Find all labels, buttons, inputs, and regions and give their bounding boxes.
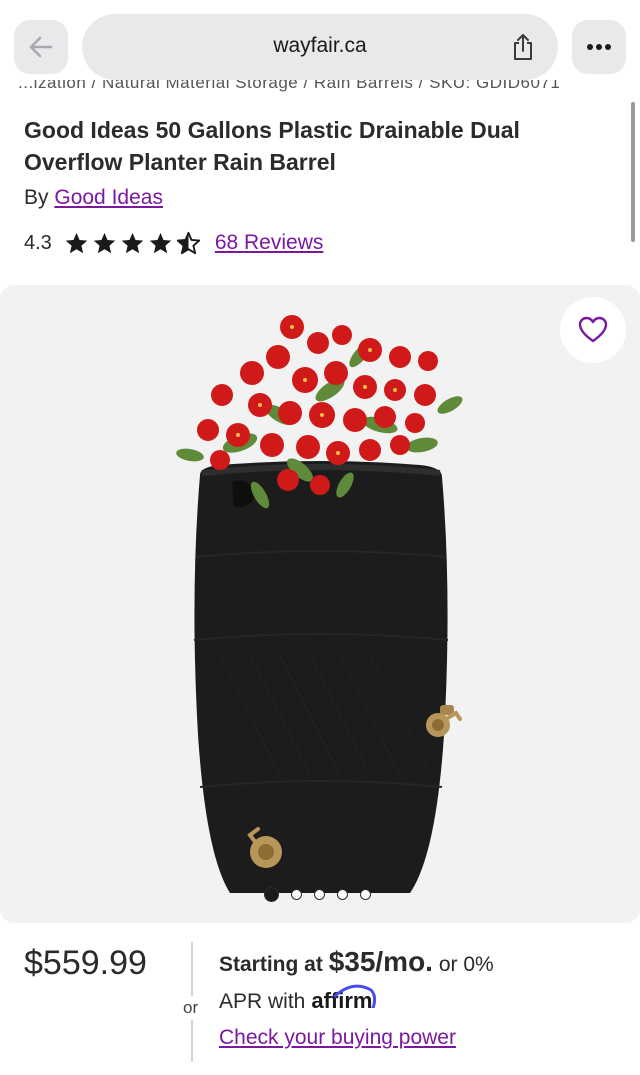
gallery-pagination: [264, 887, 371, 902]
affirm-arc-icon: [333, 984, 377, 1008]
financing-line: Starting at $35/mo. or 0%: [219, 946, 629, 978]
product-image[interactable]: [160, 295, 480, 895]
heart-icon: [578, 316, 608, 343]
url-text: wayfair.ca: [273, 34, 367, 57]
star-full-icon: [149, 232, 172, 253]
gallery-dot[interactable]: [337, 889, 348, 900]
product-title: Good Ideas 50 Gallons Plastic Drainable …: [24, 117, 520, 175]
star-full-icon: [121, 232, 144, 253]
starting-at-label: Starting at: [219, 953, 323, 976]
more-button[interactable]: [572, 20, 626, 74]
product-price: $559.99: [24, 944, 147, 982]
gallery-dot[interactable]: [360, 889, 371, 900]
rating-value: 4.3: [24, 231, 52, 254]
star-full-icon: [65, 232, 88, 253]
or-label: or: [183, 996, 199, 1020]
brand-byline: By Good Ideas: [24, 186, 163, 210]
brand-link[interactable]: Good Ideas: [54, 186, 163, 209]
or-zero-label: or 0%: [438, 953, 494, 976]
scrollbar[interactable]: [631, 102, 635, 242]
reviews-link[interactable]: 68 Reviews: [215, 231, 324, 255]
ellipsis-icon: [587, 44, 611, 50]
arrow-left-icon: [29, 36, 53, 58]
check-buying-power-link[interactable]: Check your buying power: [219, 1026, 629, 1050]
favorite-button[interactable]: [560, 297, 626, 363]
star-full-icon: [93, 232, 116, 253]
apr-line: APR with affirm: [219, 984, 629, 1014]
image-gallery[interactable]: [0, 285, 640, 923]
breadcrumb-text: ...ization / Natural Material Storage / …: [18, 80, 561, 92]
star-rating: [64, 231, 201, 256]
star-partial-icon: [176, 231, 200, 254]
gallery-dot[interactable]: [291, 889, 302, 900]
monthly-amount: $35/mo.: [328, 946, 433, 977]
share-icon[interactable]: [508, 32, 538, 62]
financing-info: Starting at $35/mo. or 0% APR with affir…: [219, 946, 629, 1050]
address-bar[interactable]: wayfair.ca: [82, 14, 558, 80]
breadcrumb: ...ization / Natural Material Storage / …: [0, 80, 640, 96]
apr-label: APR with: [219, 990, 306, 1013]
rating-row: 4.3 68 Reviews: [24, 228, 323, 258]
gallery-dot[interactable]: [314, 889, 325, 900]
by-label: By: [24, 186, 49, 209]
affirm-logo: affirm: [311, 984, 377, 1014]
back-button[interactable]: [14, 20, 68, 74]
gallery-dot-active[interactable]: [264, 887, 279, 902]
